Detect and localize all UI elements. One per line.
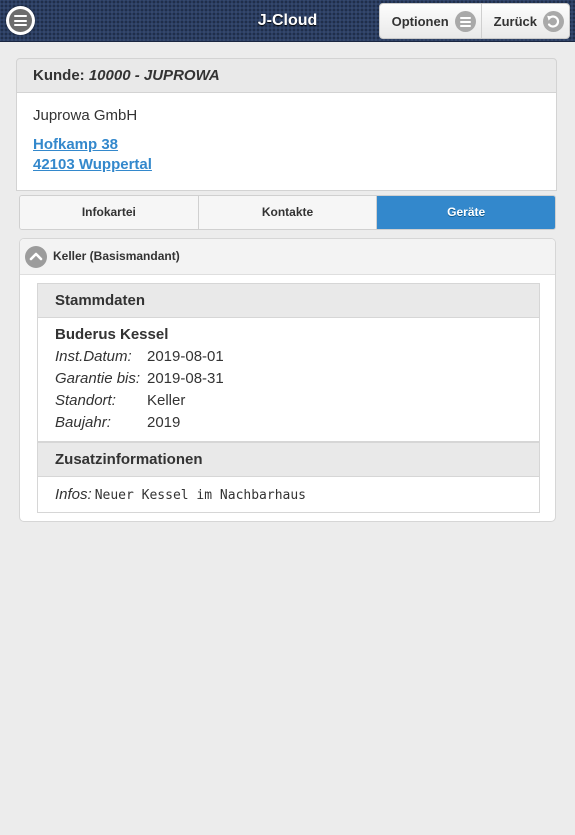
bars-icon — [454, 10, 476, 32]
header-button-group: Optionen Zurück — [378, 3, 570, 39]
infos-row: Infos: Neuer Kessel im Nachbarhaus — [55, 486, 306, 503]
address-street-link[interactable]: Hofkamp 38 — [33, 136, 118, 153]
detail-key: Garantie bis: — [55, 370, 141, 387]
back-button[interactable]: Zurück — [480, 4, 569, 38]
address-city-link[interactable]: 42103 Wuppertal — [33, 156, 152, 173]
detail-value: 2019-08-01 — [147, 348, 224, 365]
chevron-up-icon — [25, 246, 47, 268]
detail-value: 2019 — [147, 414, 181, 431]
device-collapsible: Keller (Basismandant) Stammdaten Buderus… — [19, 238, 556, 522]
device-name: Buderus Kessel — [55, 326, 169, 343]
detail-row-garantie: Garantie bis: 2019-08-31 — [55, 370, 224, 387]
infos-value: Neuer Kessel im Nachbarhaus — [94, 488, 307, 503]
tab-kontakte[interactable]: Kontakte — [197, 196, 377, 229]
collapsible-header[interactable]: Keller (Basismandant) — [20, 239, 555, 275]
tab-bar: Infokartei Kontakte Geräte — [19, 195, 556, 230]
stammdaten-body: Buderus Kessel Inst.Datum: 2019-08-01 Gar… — [37, 318, 540, 442]
detail-key: Standort: — [55, 392, 116, 409]
detail-row-standort: Standort: Keller — [55, 392, 185, 409]
infos-key: Infos: — [55, 486, 92, 503]
customer-header: Kunde: 10000 - JUPROWA — [16, 58, 557, 93]
tab-geraete[interactable]: Geräte — [376, 196, 555, 229]
app-header: J-Cloud Optionen Zurück — [0, 0, 575, 42]
detail-value: 2019-08-31 — [147, 370, 224, 387]
collapsible-title: Keller (Basismandant) — [53, 249, 180, 263]
customer-id-name: 10000 - JUPROWA — [88, 67, 220, 84]
tab-infokartei[interactable]: Infokartei — [20, 196, 198, 229]
detail-row-inst-datum: Inst.Datum: 2019-08-01 — [55, 348, 224, 365]
customer-label: Kunde: — [33, 67, 85, 84]
detail-row-baujahr: Baujahr: 2019 — [55, 414, 180, 431]
zusatz-body: Infos: Neuer Kessel im Nachbarhaus — [37, 477, 540, 513]
customer-card: Juprowa GmbH Hofkamp 38 42103 Wuppertal — [16, 93, 557, 191]
zusatz-heading: Zusatzinformationen — [37, 442, 540, 477]
detail-key: Baujahr: — [55, 414, 111, 431]
options-label: Optionen — [391, 13, 449, 29]
options-button[interactable]: Optionen — [380, 4, 481, 38]
back-arrow-icon — [543, 10, 564, 32]
detail-key: Inst.Datum: — [55, 348, 132, 365]
back-label: Zurück — [493, 13, 537, 29]
company-name: Juprowa GmbH — [33, 107, 138, 124]
detail-value: Keller — [147, 392, 186, 409]
stammdaten-heading: Stammdaten — [37, 283, 540, 318]
